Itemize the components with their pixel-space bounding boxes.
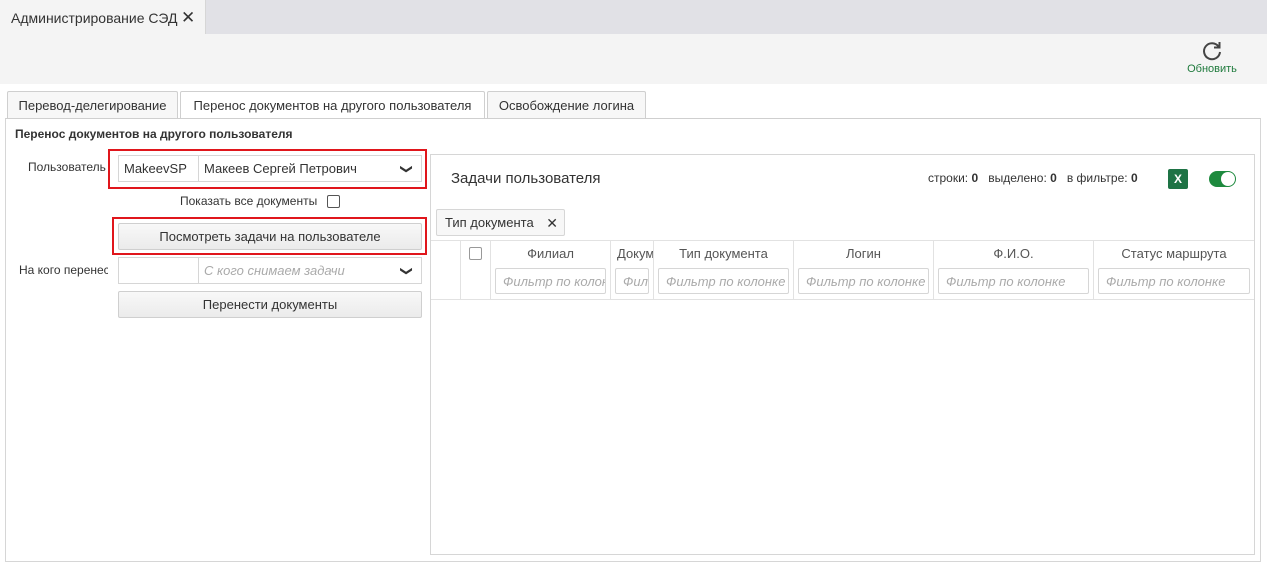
show-all-checkbox[interactable] <box>327 195 340 208</box>
tab-label: Освобождение логина <box>498 97 635 113</box>
transfer-documents-button[interactable]: Перенести документы <box>118 291 422 318</box>
col-route-status[interactable]: Статус маршрута Фильтр по колонке <box>1094 241 1254 300</box>
panel-title: Перенос документов на другого пользовате… <box>15 127 293 141</box>
document-tab[interactable]: Администрирование СЭД ✕ <box>0 0 206 35</box>
toggle-knob <box>1221 172 1235 186</box>
col-full-name[interactable]: Ф.И.О. Фильтр по колонке <box>934 241 1094 300</box>
close-icon[interactable]: ✕ <box>546 215 558 232</box>
column-filter-input[interactable]: Фильтр по колонке <box>658 268 789 294</box>
tab-delegation[interactable]: Перевод-делегирование <box>7 91 178 118</box>
excel-export-icon[interactable]: X <box>1168 169 1188 189</box>
column-header: Ф.И.О. <box>993 246 1034 261</box>
col-select <box>461 241 491 300</box>
target-user-label: На кого перенести <box>19 263 108 277</box>
user-login: MakeevSP <box>119 156 199 181</box>
toolbar: Обновить <box>0 34 1267 84</box>
column-filter-input[interactable]: Фильтр по колонке <box>495 268 606 294</box>
user-label: Пользователь <box>28 160 106 174</box>
section-tabs: Перевод-делегирование Перенос документов… <box>0 91 1267 119</box>
column-filter-input[interactable]: Фильтр по колонке <box>938 268 1089 294</box>
column-filter-input[interactable]: Фильтр по колонке <box>615 268 649 294</box>
refresh-icon <box>1203 42 1221 61</box>
col-login[interactable]: Логин Фильтр по колонке <box>794 241 934 300</box>
chevron-down-icon[interactable]: ❯ <box>393 264 421 278</box>
selected-label: выделено: <box>988 171 1047 185</box>
view-tasks-button[interactable]: Посмотреть задачи на пользователе <box>118 223 422 250</box>
refresh-button[interactable]: Обновить <box>1178 40 1246 82</box>
tab-label: Перенос документов на другого пользовате… <box>193 98 472 113</box>
tab-release-login[interactable]: Освобождение логина <box>487 91 646 118</box>
target-name-placeholder: С кого снимаем задачи <box>204 263 345 278</box>
tab-transfer-documents[interactable]: Перенос документов на другого пользовате… <box>180 91 485 119</box>
table-header: Филиал Фильтр по колонке Документ Фильтр… <box>431 240 1254 300</box>
tab-label: Перевод-делегирование <box>18 97 167 113</box>
select-all-checkbox[interactable] <box>469 247 482 260</box>
filtered-label: в фильтре: <box>1066 171 1128 185</box>
user-name: Макеев Сергей Петрович <box>204 161 357 176</box>
filtered-count: 0 <box>1130 171 1138 185</box>
grid-toggle[interactable] <box>1209 171 1236 187</box>
chevron-down-icon[interactable]: ❯ <box>393 162 421 176</box>
group-chip-label: Тип документа <box>445 215 534 230</box>
col-branch[interactable]: Филиал Фильтр по колонке <box>491 241 611 300</box>
group-chip[interactable]: Тип документа ✕ <box>436 209 565 236</box>
user-select[interactable]: MakeevSP Макеев Сергей Петрович ❯ <box>118 155 422 182</box>
column-filter-input[interactable]: Фильтр по колонке <box>1098 268 1250 294</box>
column-filter-input[interactable]: Фильтр по колонке <box>798 268 929 294</box>
target-user-select[interactable]: С кого снимаем задачи ❯ <box>118 257 422 284</box>
rows-label: строки: <box>928 171 969 185</box>
col-spacer <box>431 241 461 300</box>
show-all-label: Показать все документы <box>180 194 318 208</box>
close-icon[interactable]: ✕ <box>181 9 195 26</box>
column-header: Документ <box>617 246 653 261</box>
column-header: Тип документа <box>679 246 768 261</box>
column-header: Логин <box>846 246 881 261</box>
grid-stats: строки: 0 выделено: 0 в фильтре: 0 <box>928 171 1138 185</box>
target-login <box>119 258 199 283</box>
selected-count: 0 <box>1050 171 1057 185</box>
col-doc-type[interactable]: Тип документа Фильтр по колонке <box>654 241 794 300</box>
rows-count: 0 <box>971 171 979 185</box>
column-header: Статус маршрута <box>1121 246 1227 261</box>
column-header: Филиал <box>527 246 574 261</box>
grid-title: Задачи пользователя <box>451 170 601 187</box>
col-document[interactable]: Документ Фильтр по колонке <box>611 241 654 300</box>
document-tab-title: Администрирование СЭД <box>11 9 178 26</box>
refresh-label: Обновить <box>1187 63 1237 75</box>
